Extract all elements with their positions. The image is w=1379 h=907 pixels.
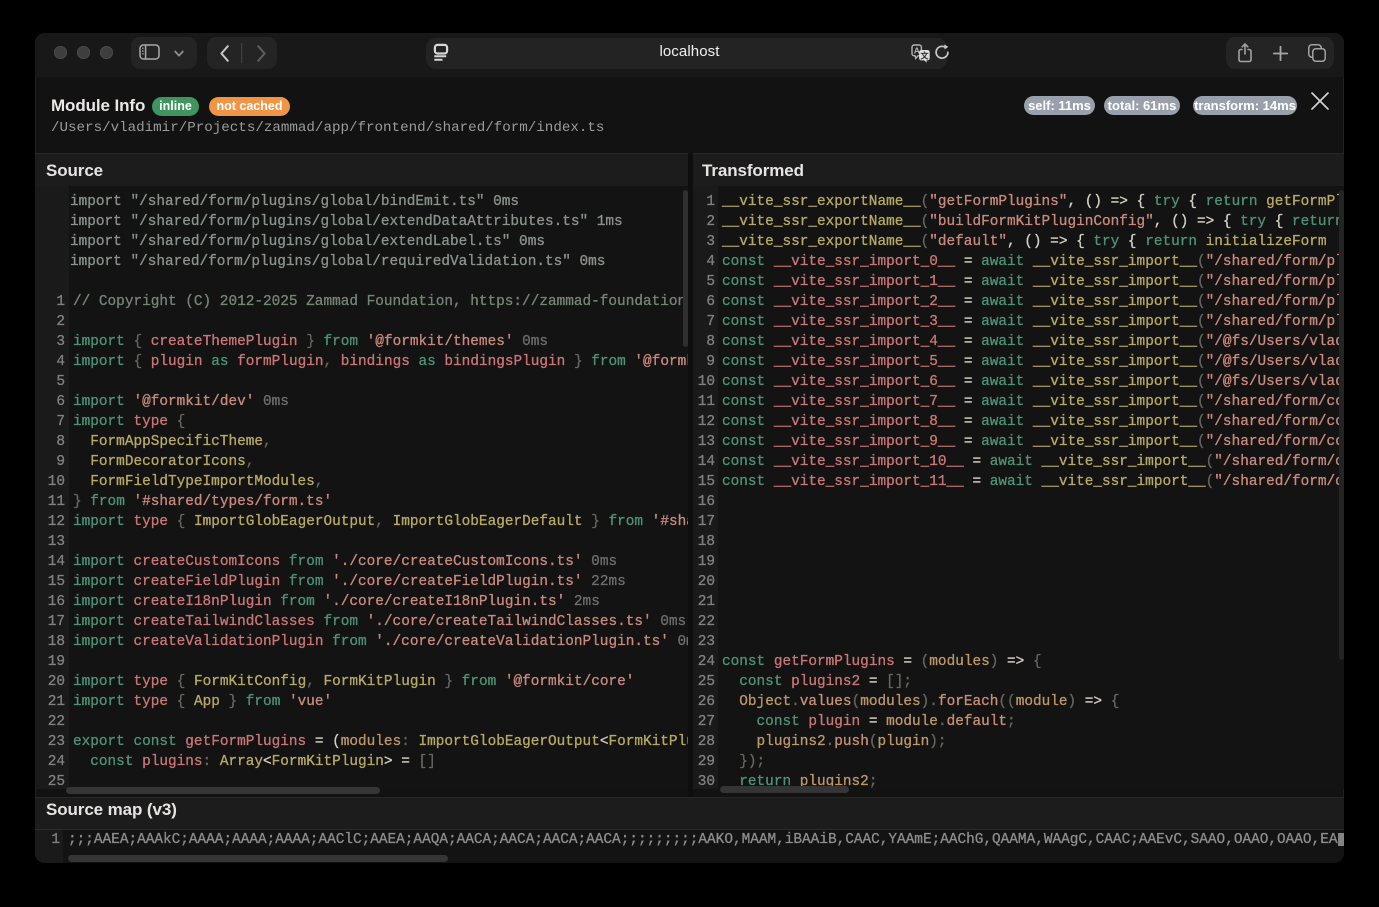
svg-text:文: 文 bbox=[920, 50, 929, 60]
svg-text:A: A bbox=[913, 45, 919, 55]
